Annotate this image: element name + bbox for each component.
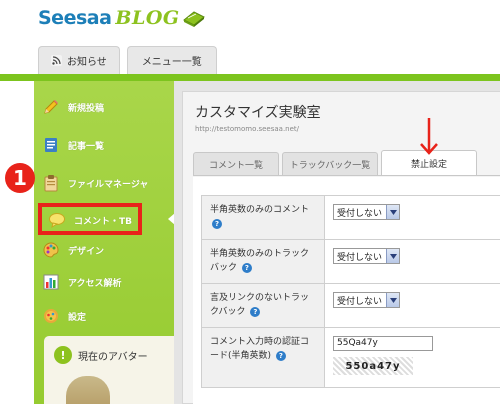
- avatar-panel: ! 現在のアバター: [44, 336, 176, 404]
- sidebar-item-label: 設定: [68, 312, 87, 323]
- book-icon: [182, 11, 205, 27]
- tab-notice[interactable]: お知らせ: [38, 46, 120, 74]
- form-value: 55Qa47y 550a47y: [325, 328, 500, 387]
- captcha-image: 550a47y: [333, 357, 413, 375]
- blog-title[interactable]: カスタマイズ実験室: [195, 102, 321, 122]
- form-row: 言及リンクのないトラックバック ? 受付しない: [201, 284, 500, 328]
- help-icon[interactable]: ?: [275, 350, 286, 361]
- form-row: 半角英数のみのコメント ? 受付しない: [201, 196, 500, 240]
- rss-icon: [51, 55, 62, 66]
- avatar[interactable]: [66, 376, 110, 404]
- logo-seesaa-text: Seesaa: [38, 7, 112, 29]
- form-label: 半角英数のみのトラックバック ?: [201, 240, 325, 283]
- tab-trackback-list[interactable]: トラックバック一覧: [282, 152, 378, 175]
- blog-url[interactable]: http://testomomo.seesaa.net/: [195, 125, 299, 133]
- form-label: 半角英数のみのコメント ?: [201, 196, 325, 239]
- sidebar-item-articles[interactable]: 記事一覧: [42, 133, 104, 157]
- sidebar-item-label: アクセス解析: [68, 278, 122, 289]
- down-arrow-icon: [420, 118, 438, 155]
- sidebar-item-access-analytics[interactable]: アクセス解析: [42, 270, 122, 294]
- page: Seesaa BLOG お知らせ メニュー一覧 新規投稿 記事一覧 ファイルマネ…: [0, 0, 500, 404]
- sidebar-item-design[interactable]: デザイン: [42, 238, 104, 262]
- avatar-header: ! 現在のアバター: [54, 346, 148, 364]
- chevron-down-icon: [386, 205, 400, 219]
- sidebar-item-label: 新規投稿: [68, 103, 105, 114]
- content-card: カスタマイズ実験室 http://testomomo.seesaa.net/ コ…: [182, 91, 500, 404]
- sidebar-item-label: デザイン: [68, 246, 105, 257]
- form-row: 半角英数のみのトラックバック ? 受付しない: [201, 240, 500, 284]
- sidebar-item-label: 記事一覧: [68, 141, 105, 152]
- form-value: 受付しない: [325, 196, 500, 239]
- help-icon[interactable]: ?: [250, 306, 261, 317]
- highlight-box: [38, 203, 142, 235]
- tab-menu-list[interactable]: メニュー一覧: [126, 46, 217, 74]
- gear-icon: [42, 307, 60, 325]
- tab-label: コメント一覧: [208, 160, 263, 171]
- form-label: 言及リンクのないトラックバック ?: [201, 284, 325, 327]
- chevron-down-icon: [386, 293, 400, 307]
- sidebar: 新規投稿 記事一覧 ファイルマネージャ コメント・TB デザイン アクセス解析 …: [34, 81, 176, 404]
- bar-chart-icon: [42, 273, 60, 291]
- seesaa-blog-logo[interactable]: Seesaa BLOG: [38, 6, 206, 30]
- sidebar-item-new-post[interactable]: 新規投稿: [42, 95, 104, 119]
- chevron-down-icon: [386, 249, 400, 263]
- form-value: 受付しない: [325, 240, 500, 283]
- form-row: コメント入力時の認証コード(半角英数) ? 55Qa47y 550a47y: [201, 328, 500, 388]
- palette-icon: [42, 241, 60, 259]
- tab-comment-list[interactable]: コメント一覧: [193, 152, 279, 175]
- settings-form-area: 半角英数のみのコメント ? 受付しない 半角英数のみのトラックバック ? 受付し…: [193, 177, 500, 404]
- tab-notice-label: お知らせ: [67, 57, 107, 68]
- help-icon[interactable]: ?: [212, 218, 222, 229]
- form-label-text: 半角英数のみのコメント: [210, 205, 310, 215]
- help-icon[interactable]: ?: [241, 262, 252, 273]
- form-label-text: 半角英数のみのトラックバック: [210, 249, 310, 273]
- form-value: 受付しない: [325, 284, 500, 327]
- select-value: 受付しない: [337, 208, 383, 219]
- select-value: 受付しない: [337, 296, 383, 307]
- avatar-label: 現在のアバター: [78, 351, 148, 363]
- tab-label: 禁止設定: [410, 159, 447, 170]
- select-value: 受付しない: [337, 252, 383, 263]
- step-number-badge: 1: [5, 163, 35, 193]
- exclamation-icon: !: [54, 346, 72, 364]
- top-tabs: お知らせ メニュー一覧: [38, 46, 217, 74]
- logo-blog-text: BLOG: [115, 7, 180, 29]
- tab-divider: [193, 175, 500, 176]
- tab-label: トラックバック一覧: [289, 160, 371, 171]
- half-width-trackback-select[interactable]: 受付しない: [333, 248, 401, 264]
- sidebar-item-file-manager[interactable]: ファイルマネージャ: [42, 171, 148, 195]
- captcha-code-input[interactable]: 55Qa47y: [333, 336, 433, 351]
- tab-menu-list-label: メニュー一覧: [141, 57, 202, 68]
- pencil-icon: [42, 98, 60, 116]
- no-link-trackback-select[interactable]: 受付しない: [333, 292, 401, 308]
- sidebar-item-settings[interactable]: 設定: [42, 304, 86, 328]
- main-panel: カスタマイズ実験室 http://testomomo.seesaa.net/ コ…: [174, 81, 500, 404]
- document-icon: [42, 136, 60, 154]
- clipboard-icon: [42, 174, 60, 192]
- form-label-text: コメント入力時の認証コード(半角英数): [210, 337, 310, 361]
- block-settings-form: 半角英数のみのコメント ? 受付しない 半角英数のみのトラックバック ? 受付し…: [201, 195, 500, 388]
- form-label: コメント入力時の認証コード(半角英数) ?: [201, 328, 325, 387]
- sidebar-item-label: ファイルマネージャ: [68, 179, 149, 190]
- header-green-bar: [0, 74, 500, 81]
- half-width-comment-select[interactable]: 受付しない: [333, 204, 401, 220]
